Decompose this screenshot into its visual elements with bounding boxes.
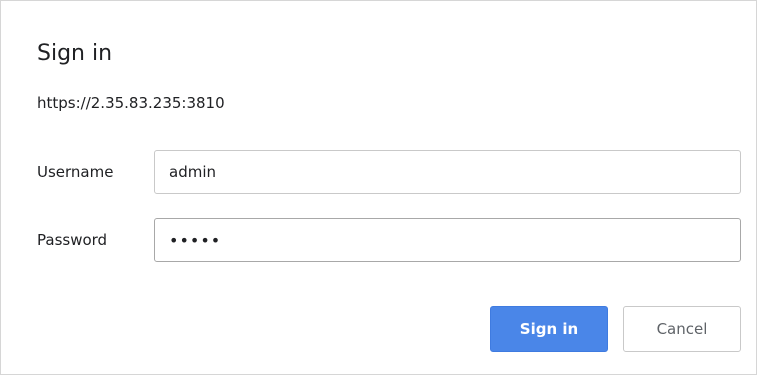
password-input[interactable] [154, 218, 741, 262]
dialog-title: Sign in [37, 41, 113, 66]
cancel-button[interactable]: Cancel [623, 306, 741, 352]
sign-in-dialog: Sign in https://2.35.83.235:3810 Usernam… [0, 0, 757, 375]
username-input[interactable] [154, 150, 741, 194]
origin-url: https://2.35.83.235:3810 [37, 94, 225, 112]
sign-in-button[interactable]: Sign in [490, 306, 608, 352]
username-label: Username [37, 163, 114, 181]
password-label: Password [37, 231, 108, 249]
